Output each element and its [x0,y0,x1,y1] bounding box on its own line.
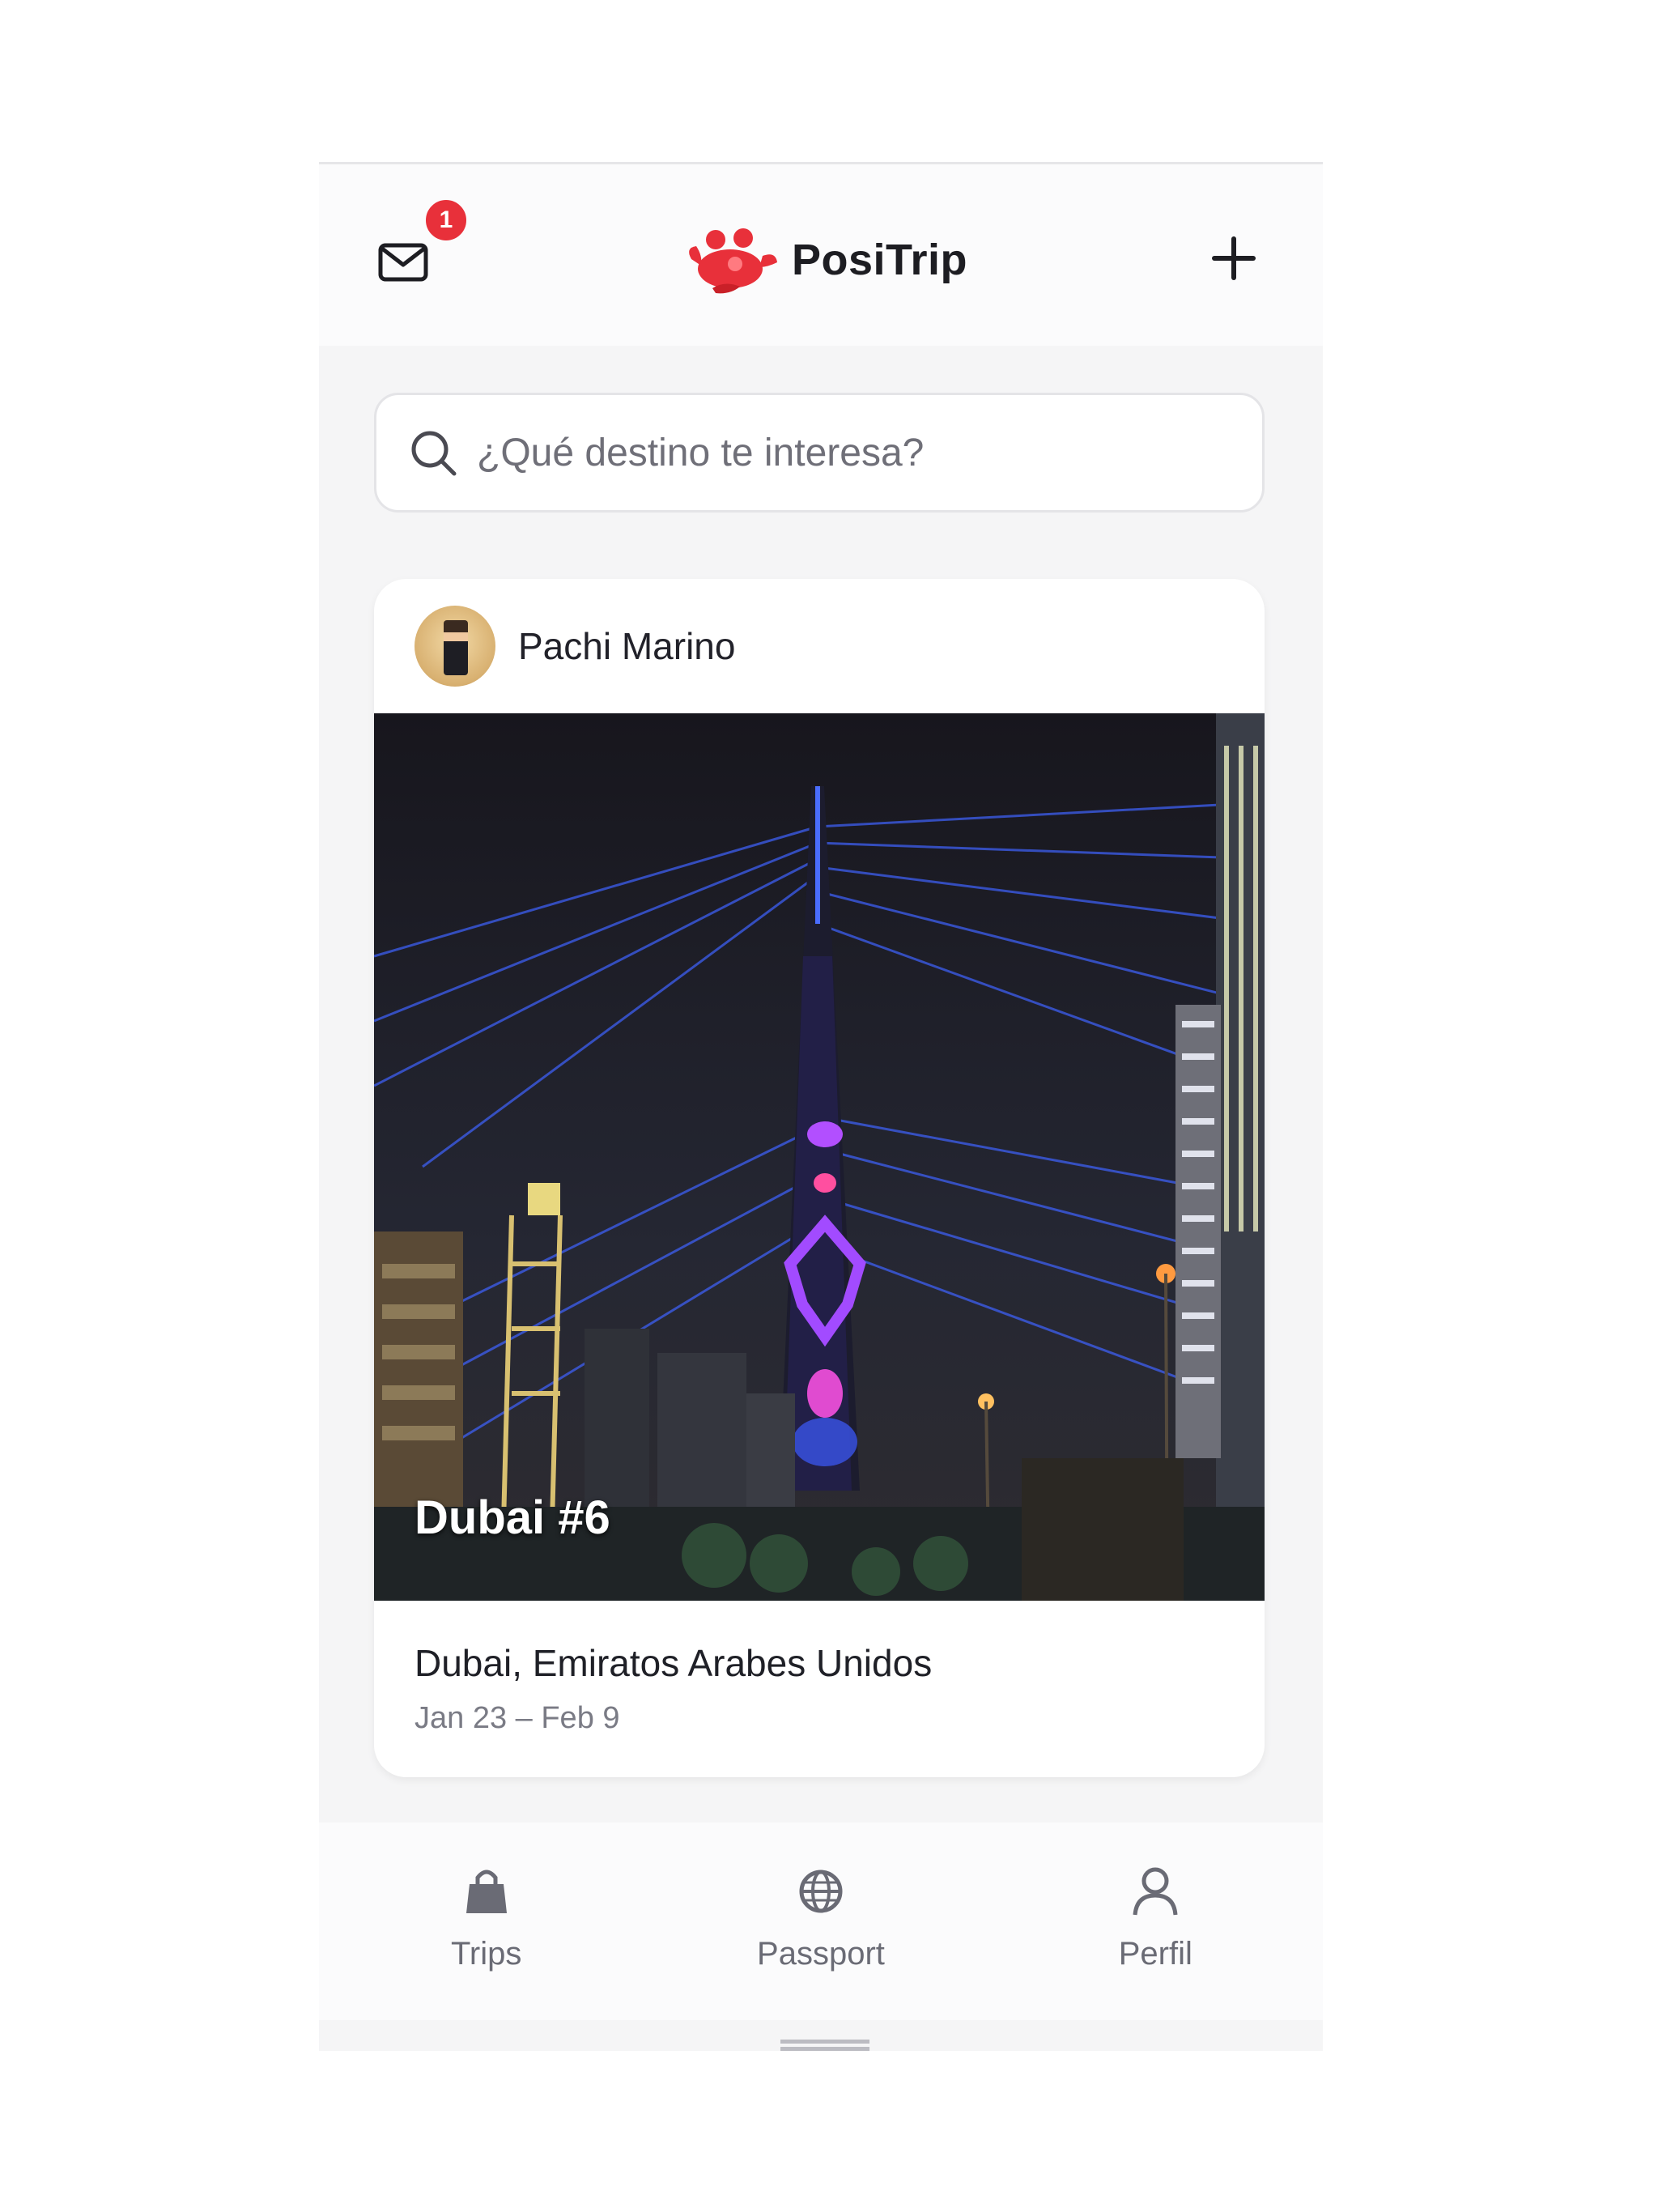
trip-card[interactable]: Pachi Marino Dubai #6 Dubai, Emiratos Ar… [374,579,1265,1777]
notification-badge: 1 [423,197,470,244]
trip-dates: Jan 23 – Feb 9 [414,1701,620,1735]
author-name[interactable]: Pachi Marino [518,624,735,668]
nav-item-trips[interactable]: Trips [365,1823,608,2020]
positrip-logo-icon [689,228,777,294]
inbox-button[interactable] [376,237,432,286]
mail-icon [378,243,428,282]
app-screen: 1 PosiTrip ¿Qué destino te interesa? Pac… [319,162,1323,2051]
search-input[interactable] [475,429,1207,476]
search-bar[interactable] [374,393,1265,513]
top-bar: 1 PosiTrip [319,164,1323,346]
globe-icon [799,1870,843,1913]
card-details: Dubai, Emiratos Arabes Unidos Jan 23 – F… [374,1601,1265,1736]
app-name: PosiTrip [792,236,968,284]
trip-photo-image [374,713,1265,1601]
app-logo: PosiTrip [683,219,967,300]
trip-location: Dubai, Emiratos Arabes Unidos [414,1642,933,1684]
plus-icon [1212,236,1256,280]
trip-title: Dubai #6 [414,1491,610,1544]
shopping-bag-icon [466,1870,507,1913]
nav-item-passport[interactable]: Passport [699,1823,942,2020]
nav-item-profile[interactable]: Perfil [1034,1823,1277,2020]
nav-label-passport: Passport [757,1936,885,1972]
bottom-nav: Trips Passport Perfil [319,1823,1323,2020]
search-icon [411,431,457,476]
trip-photo[interactable]: Dubai #6 [374,713,1265,1601]
add-trip-button[interactable] [1208,232,1260,284]
nav-label-trips: Trips [450,1936,522,1972]
avatar[interactable] [414,606,495,687]
card-header: Pachi Marino [374,579,1265,713]
home-indicator[interactable] [780,2040,869,2051]
nav-label-profile: Perfil [1118,1936,1192,1972]
user-icon [1133,1867,1178,1916]
